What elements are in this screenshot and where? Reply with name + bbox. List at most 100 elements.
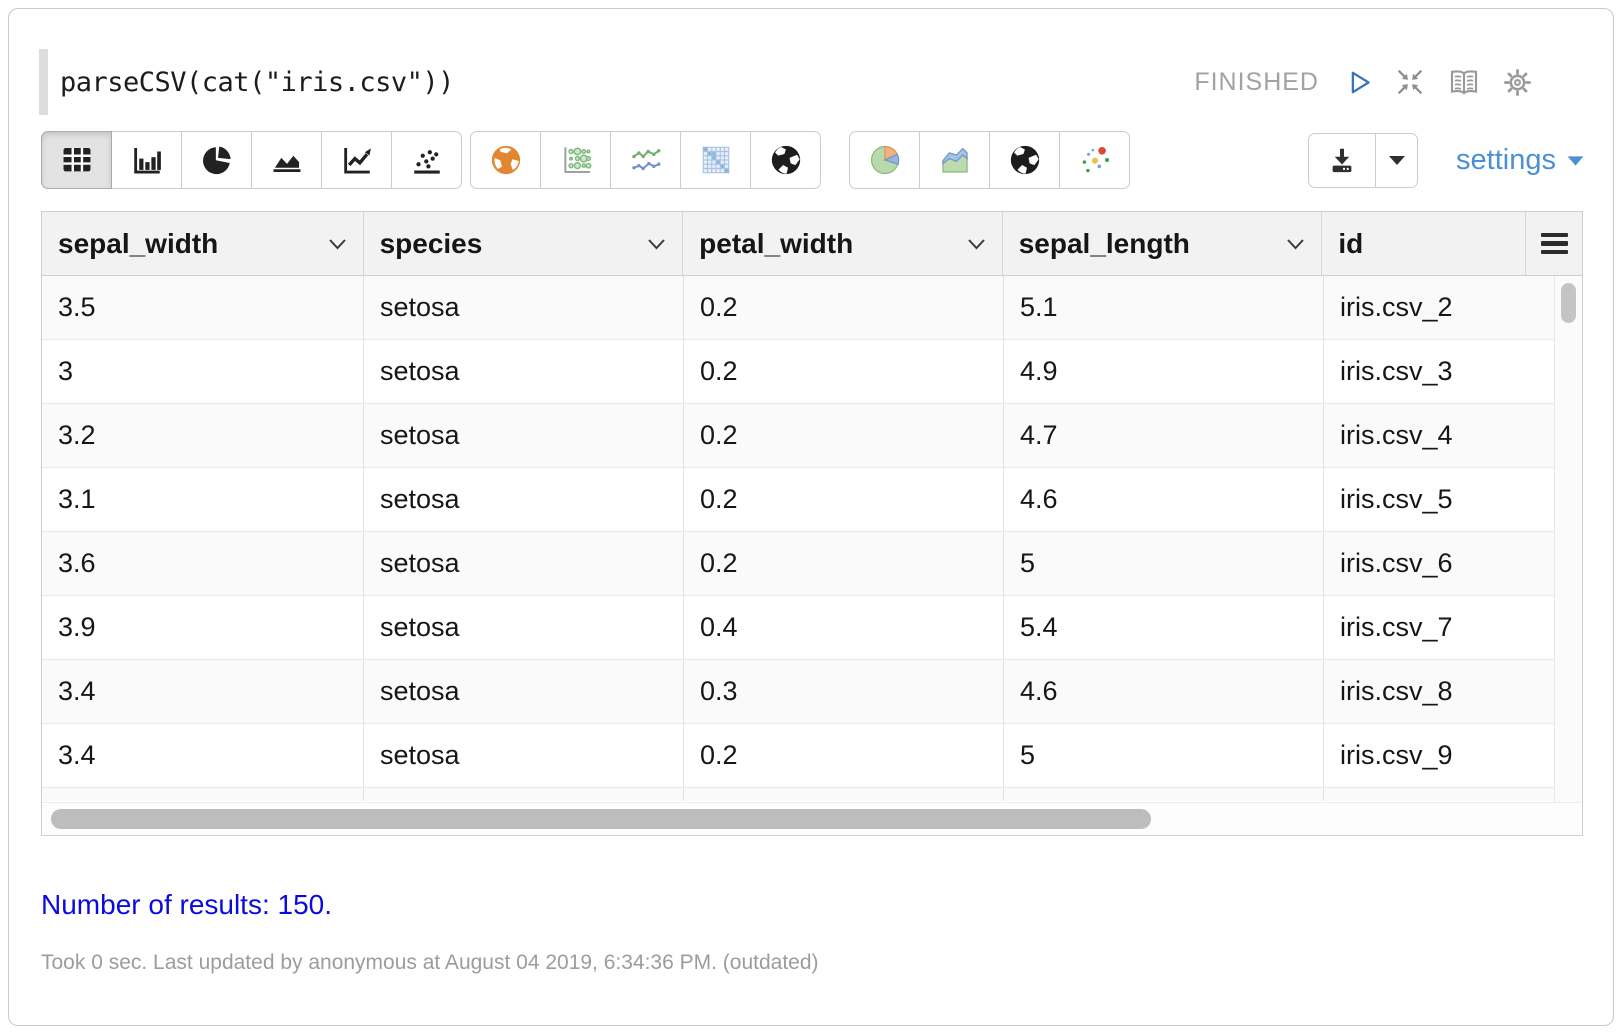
table-view-button[interactable]: [41, 131, 112, 189]
cell-sepal_length: 5: [1004, 724, 1324, 787]
settings-caret-icon: [1566, 154, 1585, 167]
download-caret-button[interactable]: [1375, 133, 1418, 188]
cell-sepal_width: 3.6: [42, 532, 364, 595]
pie-plugin-view-button[interactable]: [849, 131, 920, 189]
chevron-down-icon[interactable]: [967, 238, 986, 250]
run-button[interactable]: [1345, 68, 1374, 97]
cell-petal_width: 0.2: [684, 468, 1004, 531]
multi-line-icon: [629, 143, 663, 177]
table-row[interactable]: 3.9setosa0.45.4iris.csv_7: [42, 596, 1582, 660]
book-icon: [1446, 66, 1482, 98]
cell-sepal_width: 3.2: [42, 404, 364, 467]
chevron-down-icon[interactable]: [647, 238, 666, 250]
collapse-button[interactable]: [1394, 66, 1426, 98]
cell-species: setosa: [364, 404, 684, 467]
table-row[interactable]: 3.6setosa0.25iris.csv_6: [42, 532, 1582, 596]
viz-button-group-2: [470, 131, 821, 189]
cell-sepal_length: 5: [1004, 532, 1324, 595]
column-label: petal_width: [699, 228, 853, 260]
table-icon: [60, 143, 94, 177]
chevron-down-icon[interactable]: [328, 238, 347, 250]
download-button[interactable]: [1308, 133, 1376, 188]
cell-id: iris.csv_9: [1324, 724, 1556, 787]
viz-button-group-3: [849, 131, 1130, 189]
column-header-petal_width[interactable]: petal_width: [683, 212, 1003, 275]
table-row[interactable]: 3.4setosa0.25iris.csv_9: [42, 724, 1582, 788]
results-count: Number of results: 150.: [41, 889, 332, 921]
column-header-id[interactable]: id: [1322, 212, 1526, 275]
map-view-button[interactable]: [470, 131, 541, 189]
cell-sepal_length: 4.7: [1004, 404, 1324, 467]
scatter-chart-icon: [410, 143, 444, 177]
update-status: Took 0 sec. Last updated by anonymous at…: [41, 951, 819, 975]
column-header-sepal_length[interactable]: sepal_length: [1003, 212, 1323, 275]
editor-toggle-button[interactable]: [1446, 66, 1482, 98]
globe-dark-icon: [769, 143, 803, 177]
grid-menu-button[interactable]: [1526, 212, 1582, 275]
scatter-chart-view-button[interactable]: [391, 131, 462, 189]
cell-empty: [42, 788, 364, 801]
cell-id: iris.csv_8: [1324, 660, 1556, 723]
cell-species: setosa: [364, 596, 684, 659]
cell-empty: [1004, 788, 1324, 801]
globe-orange-icon: [489, 143, 523, 177]
globe2-view-button[interactable]: [989, 131, 1060, 189]
cell-id: iris.csv_5: [1324, 468, 1556, 531]
vertical-scrollbar-thumb[interactable]: [1561, 283, 1576, 323]
table-row[interactable]: 3setosa0.24.9iris.csv_3: [42, 340, 1582, 404]
code-editor[interactable]: parseCSV(cat("iris.csv")): [60, 67, 1194, 98]
cell-sepal_length: 5.4: [1004, 596, 1324, 659]
cell-sepal_width: 3.5: [42, 276, 364, 339]
cell-sepal_length: 5.1: [1004, 276, 1324, 339]
cell-petal_width: 0.4: [684, 596, 1004, 659]
multi-line-view-button[interactable]: [610, 131, 681, 189]
cell-petal_width: 0.2: [684, 532, 1004, 595]
line-chart-view-button[interactable]: [321, 131, 392, 189]
play-icon: [1345, 68, 1374, 97]
bubble-grid-icon: [559, 143, 593, 177]
viz-button-group-1: [41, 131, 462, 189]
table-row[interactable]: 3.1setosa0.24.6iris.csv_5: [42, 468, 1582, 532]
bar-chart-view-button[interactable]: [111, 131, 182, 189]
scatter-plugin-view-button[interactable]: [1059, 131, 1130, 189]
cell-sepal_length: 4.9: [1004, 340, 1324, 403]
heatmap-icon: [699, 143, 733, 177]
right-tools: settings: [1308, 133, 1585, 188]
toolbar-row: settings: [41, 129, 1585, 191]
cell-id: iris.csv_7: [1324, 596, 1556, 659]
bubble-matrix-view-button[interactable]: [540, 131, 611, 189]
cell-id: iris.csv_4: [1324, 404, 1556, 467]
globe-dark-icon: [1008, 143, 1042, 177]
area-chart-view-button[interactable]: [251, 131, 322, 189]
area-plugin-view-button[interactable]: [919, 131, 990, 189]
horizontal-scrollbar-thumb[interactable]: [51, 809, 1151, 829]
code-row: parseCSV(cat("iris.csv")) FINISHED: [39, 45, 1533, 119]
area-chart-icon: [270, 143, 304, 177]
column-header-species[interactable]: species: [364, 212, 684, 275]
cell-sepal_length: 4.6: [1004, 660, 1324, 723]
pie-chart-view-button[interactable]: [181, 131, 252, 189]
paragraph-card: parseCSV(cat("iris.csv")) FINISHED: [8, 8, 1614, 1026]
line-chart-icon: [340, 143, 374, 177]
paragraph-settings-button[interactable]: [1502, 67, 1533, 98]
horizontal-scrollbar[interactable]: [42, 802, 1582, 835]
column-label: id: [1338, 228, 1363, 260]
table-row[interactable]: 3.2setosa0.24.7iris.csv_4: [42, 404, 1582, 468]
settings-link[interactable]: settings: [1456, 144, 1585, 177]
cell-species: setosa: [364, 276, 684, 339]
column-header-sepal_width[interactable]: sepal_width: [42, 212, 364, 275]
download-group: [1308, 133, 1418, 188]
vertical-scrollbar[interactable]: [1554, 276, 1582, 802]
chevron-down-icon[interactable]: [1286, 238, 1305, 250]
column-menu-icon: [1541, 233, 1568, 255]
cell-id: iris.csv_6: [1324, 532, 1556, 595]
globe-view-button[interactable]: [750, 131, 821, 189]
cell-species: setosa: [364, 468, 684, 531]
table-row[interactable]: 3.4setosa0.34.6iris.csv_8: [42, 660, 1582, 724]
viz-toolbar: [41, 131, 1130, 189]
pie-chart-icon: [200, 143, 234, 177]
heatmap-view-button[interactable]: [680, 131, 751, 189]
caret-down-icon: [1387, 153, 1407, 167]
table-row[interactable]: 3.5setosa0.25.1iris.csv_2: [42, 276, 1582, 340]
cell-species: setosa: [364, 340, 684, 403]
